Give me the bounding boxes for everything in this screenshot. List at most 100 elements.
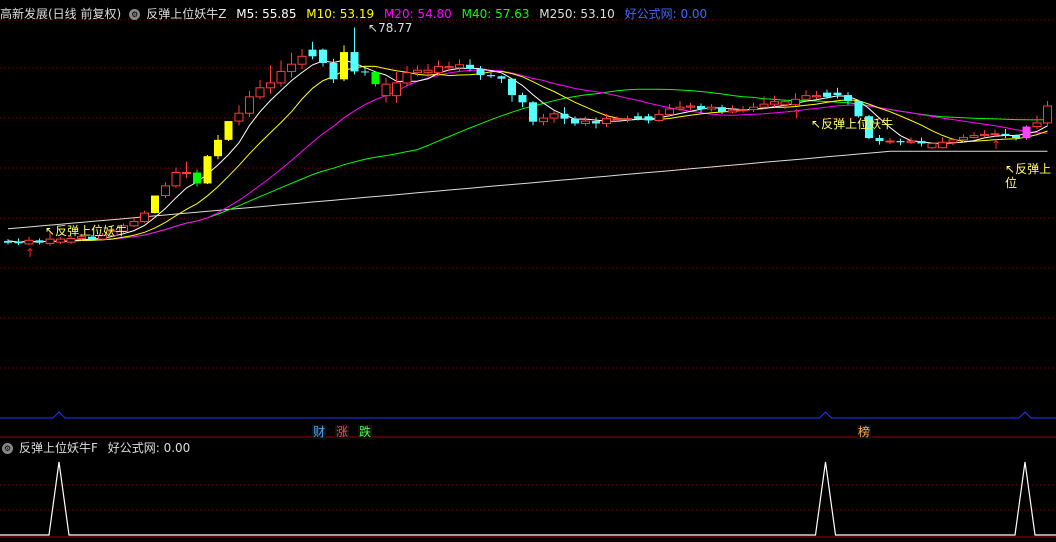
candle bbox=[381, 78, 391, 103]
candle bbox=[812, 90, 821, 100]
candle bbox=[1043, 101, 1052, 126]
candle-body bbox=[413, 69, 422, 74]
event-tag-ranking[interactable]: 榜 bbox=[857, 425, 872, 439]
candle-body bbox=[844, 95, 852, 102]
candle bbox=[224, 121, 233, 142]
candle-body bbox=[455, 64, 464, 69]
candle-body bbox=[402, 72, 412, 84]
candle-body bbox=[612, 118, 622, 121]
event-tag-finance[interactable]: 财 bbox=[312, 425, 327, 439]
candle-body bbox=[203, 156, 212, 184]
candle-body bbox=[875, 138, 884, 142]
event-tag-limit-down[interactable]: 跌 bbox=[358, 425, 373, 439]
candle bbox=[402, 66, 412, 86]
candle-body bbox=[738, 109, 748, 112]
ma5-value: M5: 55.85 bbox=[236, 7, 297, 21]
signal-arrow-icon: ↑ bbox=[792, 107, 802, 121]
candle-body bbox=[161, 185, 170, 197]
candle-body bbox=[801, 95, 811, 100]
ma10-value: M10: 53.19 bbox=[306, 7, 375, 21]
candle bbox=[255, 79, 265, 100]
candle-body bbox=[171, 172, 181, 187]
candle-body bbox=[560, 113, 569, 119]
candle bbox=[896, 138, 905, 146]
candle-body bbox=[308, 49, 317, 57]
candle-body bbox=[959, 136, 968, 141]
max-price-value: 78.77 bbox=[378, 21, 413, 35]
candle bbox=[24, 236, 34, 246]
candle bbox=[319, 48, 327, 67]
candle bbox=[297, 49, 307, 70]
candle-body bbox=[948, 139, 958, 143]
indicator-name[interactable]: 反弹上位妖牛Z bbox=[146, 7, 226, 21]
candle-body bbox=[182, 172, 191, 175]
candle-body bbox=[581, 120, 590, 125]
candle-body bbox=[234, 112, 244, 122]
candle-body bbox=[497, 76, 506, 79]
candle-body bbox=[276, 70, 286, 84]
event-tag-limit-up[interactable]: 涨 bbox=[335, 425, 350, 439]
ma10-line bbox=[7, 65, 1048, 243]
candle-body bbox=[444, 66, 454, 69]
candle-body bbox=[770, 101, 779, 105]
candle-body bbox=[686, 105, 695, 108]
candle-body bbox=[487, 75, 495, 77]
candle bbox=[487, 72, 495, 79]
candle-body bbox=[35, 240, 44, 243]
signal-label-1: ↖反弹上位妖牛 bbox=[45, 224, 128, 238]
candle-body bbox=[592, 121, 600, 124]
candle-body bbox=[654, 113, 664, 121]
candle bbox=[266, 65, 275, 94]
candle-body bbox=[1022, 126, 1031, 139]
candle bbox=[801, 90, 811, 102]
candle-body bbox=[214, 139, 222, 157]
candle-body bbox=[434, 66, 443, 74]
ma20-line bbox=[7, 69, 1048, 243]
sub-indicator-line bbox=[0, 461, 1056, 536]
candle-body bbox=[634, 116, 642, 119]
candle bbox=[350, 27, 359, 75]
candle-body bbox=[287, 63, 296, 72]
candle-body bbox=[812, 95, 821, 98]
candle bbox=[371, 70, 380, 87]
signal-text: 反弹上位妖牛 bbox=[821, 117, 894, 131]
candle bbox=[518, 92, 527, 108]
candle bbox=[749, 102, 758, 112]
candle bbox=[927, 142, 937, 149]
candle-body bbox=[854, 101, 863, 117]
ma40-value: M40: 57.63 bbox=[461, 7, 530, 21]
candle-body bbox=[1001, 133, 1010, 136]
ma20-value: M20: 54.80 bbox=[383, 7, 452, 21]
candle bbox=[707, 104, 716, 112]
candle bbox=[917, 137, 926, 147]
candle-body bbox=[728, 109, 737, 113]
candle-body bbox=[266, 82, 275, 89]
candle-body bbox=[329, 62, 338, 80]
candle bbox=[854, 99, 863, 118]
main-chart-svg[interactable]: ↑ ↑ ↑ bbox=[0, 0, 1056, 542]
signal-arrow-icon: ↑ bbox=[25, 246, 35, 260]
candle bbox=[308, 41, 317, 60]
candle-body bbox=[707, 106, 716, 110]
candle bbox=[875, 135, 884, 145]
candle-body bbox=[423, 69, 433, 74]
candle-body bbox=[392, 82, 401, 97]
candle bbox=[151, 195, 159, 214]
candle bbox=[654, 109, 664, 122]
candle bbox=[466, 59, 474, 72]
sub-indicator-name[interactable]: 反弹上位妖牛F bbox=[19, 441, 98, 455]
candle-body bbox=[644, 116, 653, 121]
candle-body bbox=[381, 83, 391, 97]
candle-body bbox=[129, 221, 139, 227]
gear-icon[interactable]: ⚙ bbox=[2, 443, 13, 454]
candle-body bbox=[549, 113, 559, 119]
candle-body bbox=[623, 118, 632, 121]
candle bbox=[675, 101, 685, 111]
candle bbox=[539, 113, 548, 126]
candle-body bbox=[297, 55, 307, 65]
gear-icon[interactable]: ⚙ bbox=[129, 9, 141, 20]
candle bbox=[592, 117, 600, 129]
signal-arrow-icon: ↑ bbox=[991, 138, 1001, 152]
candle-body bbox=[56, 238, 65, 243]
candle bbox=[1001, 128, 1010, 139]
